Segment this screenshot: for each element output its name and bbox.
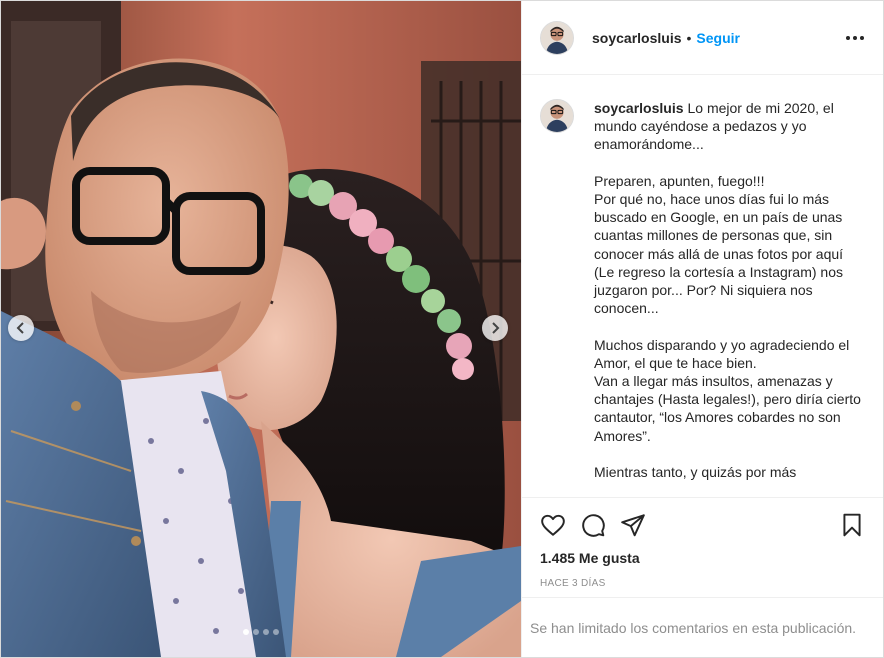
carousel-dot <box>243 629 249 635</box>
caption-username[interactable]: soycarlosluis <box>594 100 684 116</box>
comment-icon <box>582 514 605 537</box>
post-caption: soycarlosluis Lo mejor de mi 2020, el mun… <box>594 99 864 481</box>
share-button[interactable] <box>618 510 648 540</box>
save-button[interactable] <box>837 510 867 540</box>
previous-slide-button[interactable] <box>8 315 34 341</box>
carousel-dot <box>253 629 259 635</box>
post-photo <box>1 1 521 657</box>
next-slide-button[interactable] <box>482 315 508 341</box>
chevron-right-icon <box>492 322 500 334</box>
post-timestamp[interactable]: HACE 3 DÍAS <box>538 578 867 589</box>
chevron-left-icon <box>16 322 24 334</box>
bookmark-icon <box>843 513 861 537</box>
instagram-post: soycarlosluis • Seguir soycarlosluis Lo … <box>0 0 884 658</box>
post-details-panel: soycarlosluis • Seguir soycarlosluis Lo … <box>521 1 883 657</box>
more-options-button[interactable] <box>843 26 867 50</box>
heart-icon <box>541 514 565 536</box>
carousel-dot <box>263 629 269 635</box>
like-button[interactable] <box>538 510 568 540</box>
more-horizontal-icon <box>846 35 864 40</box>
likes-count[interactable]: 1.485 Me gusta <box>538 550 867 566</box>
carousel-indicator <box>1 629 521 635</box>
carousel-dot <box>273 629 279 635</box>
post-header: soycarlosluis • Seguir <box>522 1 883 75</box>
comments-footer: Se han limitado los comentarios en esta … <box>522 597 883 657</box>
action-icons <box>538 498 867 548</box>
comments-limited-notice: Se han limitado los comentarios en esta … <box>530 619 857 636</box>
paper-plane-icon <box>621 514 645 537</box>
caption-text: Lo mejor de mi 2020, el mundo cayéndose … <box>594 100 861 481</box>
comment-button[interactable] <box>578 510 608 540</box>
avatar-image <box>541 21 573 54</box>
post-media[interactable] <box>1 1 521 657</box>
separator-bullet: • <box>686 29 692 46</box>
caption-row: soycarlosluis Lo mejor de mi 2020, el mun… <box>540 99 867 481</box>
caption-avatar[interactable] <box>540 99 574 133</box>
header-username[interactable]: soycarlosluis <box>592 30 682 46</box>
avatar[interactable] <box>540 20 574 55</box>
follow-button[interactable]: Seguir <box>696 30 740 46</box>
post-actions: 1.485 Me gusta HACE 3 DÍAS <box>522 497 883 597</box>
comments-section[interactable]: soycarlosluis Lo mejor de mi 2020, el mun… <box>522 75 883 497</box>
avatar-image <box>541 100 573 132</box>
